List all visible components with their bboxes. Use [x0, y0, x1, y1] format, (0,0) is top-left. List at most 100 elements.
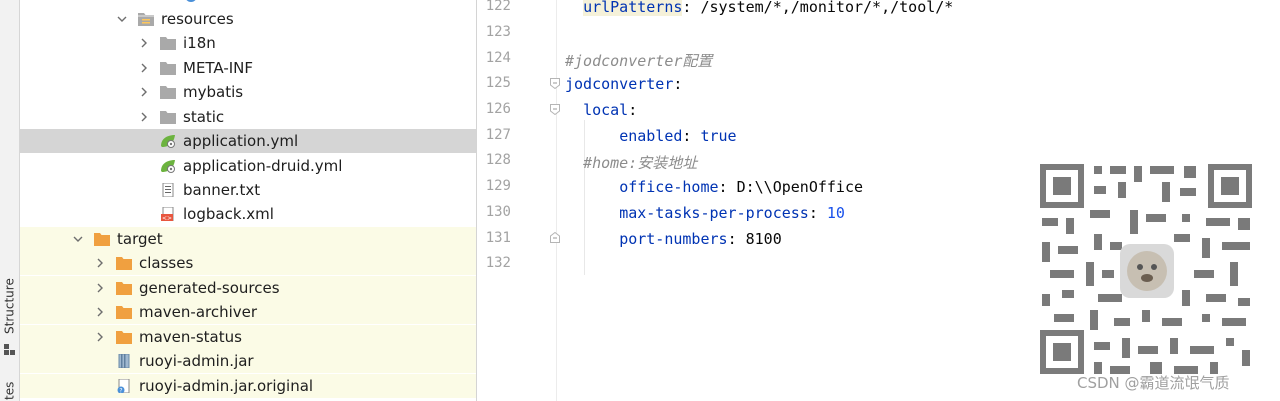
tree-node-label: resources	[161, 10, 234, 28]
chevron-right-icon[interactable]	[94, 257, 106, 269]
yaml-separator: :	[628, 101, 638, 119]
line-number: 127	[485, 127, 511, 143]
tree-node-target[interactable]: target	[20, 227, 476, 251]
tree-node-ruoyi-admin-jar[interactable]: ruoyi-admin.jar	[20, 349, 476, 373]
project-tree: resources i18n META-INF mybatis static a…	[20, 0, 477, 401]
code-line-130[interactable]: max-tasks-per-process: 10	[565, 204, 845, 222]
qr-code-image	[1034, 158, 1258, 380]
tree-node-maven-status[interactable]: maven-status	[20, 325, 476, 349]
code-line-128[interactable]: #home:安装地址	[565, 152, 697, 173]
code-line-127[interactable]: enabled: true	[565, 127, 737, 145]
tree-node-label: banner.txt	[183, 181, 261, 199]
code-line-131[interactable]: port-numbers: 8100	[565, 230, 782, 248]
tree-node-meta-inf[interactable]: META-INF	[20, 56, 476, 80]
line-number: 123	[485, 24, 511, 40]
tree-node-ruoyi-admin-jar-original[interactable]: ? ruoyi-admin.jar.original	[20, 374, 476, 398]
tree-node-maven-archiver[interactable]: maven-archiver	[20, 300, 476, 324]
resources-folder-icon	[138, 12, 154, 26]
tree-node-label: classes	[139, 254, 194, 272]
orange-folder-icon	[94, 232, 110, 246]
line-number: 125	[485, 75, 511, 91]
chevron-right-icon[interactable]	[138, 111, 150, 123]
yaml-value: true	[700, 127, 737, 145]
chevron-right-icon[interactable]	[94, 331, 106, 343]
tree-node-label: application.yml	[183, 132, 299, 150]
tree-node-mybatis[interactable]: mybatis	[20, 80, 476, 104]
svg-text:<>: <>	[162, 215, 172, 221]
yaml-separator: :	[682, 127, 701, 145]
structure-tool-tab[interactable]: Structure	[0, 275, 19, 337]
yaml-key: jodconverter	[565, 75, 674, 93]
structure-icon	[4, 344, 15, 355]
line-number: 124	[485, 50, 511, 66]
line-number: 132	[485, 255, 511, 271]
yaml-comment: #home:安装地址	[583, 154, 698, 172]
yaml-separator: :	[808, 204, 827, 222]
unknown-file-icon: ?	[116, 379, 132, 393]
fold-collapse-icon[interactable]	[550, 78, 560, 89]
text-file-icon	[160, 183, 176, 197]
yaml-key: max-tasks-per-process	[619, 204, 809, 222]
tree-node-classes[interactable]: classes	[20, 251, 476, 275]
yaml-key: port-numbers	[619, 230, 728, 248]
line-number: 129	[485, 178, 511, 194]
chevron-down-icon[interactable]	[116, 13, 128, 25]
code-line-129[interactable]: office-home: D:\\OpenOffice	[565, 178, 863, 196]
yaml-separator: :	[718, 178, 737, 196]
yaml-value: /system/*,/monitor/*,/tool/*	[700, 0, 954, 16]
tree-node-banner-txt[interactable]: banner.txt	[20, 178, 476, 202]
jar-file-icon	[116, 354, 132, 368]
fold-end-icon[interactable]	[550, 232, 560, 243]
chevron-right-icon[interactable]	[138, 37, 150, 49]
partial-file-icon	[186, 0, 196, 2]
orange-folder-icon	[116, 281, 132, 295]
tree-node-label: i18n	[183, 34, 216, 52]
chevron-right-icon[interactable]	[94, 282, 106, 294]
spring-yaml-icon	[160, 134, 176, 148]
chevron-right-icon[interactable]	[94, 306, 106, 318]
yaml-value: D:\\OpenOffice	[736, 178, 864, 196]
orange-folder-icon	[116, 305, 132, 319]
yaml-key: local	[583, 101, 629, 119]
tree-node-logback-xml[interactable]: <> logback.xml	[20, 202, 476, 226]
chevron-right-icon[interactable]	[138, 86, 150, 98]
fold-collapse-icon[interactable]	[550, 104, 560, 115]
tree-node-static[interactable]: static	[20, 105, 476, 129]
line-number: 126	[485, 101, 511, 117]
xml-file-icon: <>	[160, 207, 176, 221]
code-line-126[interactable]: local:	[565, 101, 637, 119]
folder-icon	[160, 36, 176, 50]
line-number: 128	[485, 152, 511, 168]
tree-node-i18n[interactable]: i18n	[20, 31, 476, 55]
code-line-122[interactable]: urlPatterns: /system/*,/monitor/*,/tool/…	[565, 0, 953, 16]
line-number: 130	[485, 204, 511, 220]
tree-node-label: mybatis	[183, 83, 244, 101]
tree-node-generated-sources[interactable]: generated-sources	[20, 276, 476, 300]
yaml-separator: :	[727, 230, 746, 248]
code-line-124[interactable]: #jodconverter配置	[565, 50, 712, 71]
tree-node-label: maven-status	[139, 328, 242, 346]
yaml-key: urlPatterns	[583, 0, 683, 16]
orange-folder-icon	[116, 256, 132, 270]
tree-node-label: ruoyi-admin.jar.original	[139, 377, 314, 395]
tree-node-label: target	[117, 230, 163, 248]
yaml-comment: #jodconverter配置	[565, 52, 713, 70]
line-number: 131	[485, 230, 511, 246]
spring-yaml-icon	[160, 159, 176, 173]
chevron-down-icon[interactable]	[72, 233, 84, 245]
code-line-125[interactable]: jodconverter:	[565, 75, 682, 93]
yaml-value: 8100	[745, 230, 782, 248]
line-number: 122	[485, 0, 511, 14]
tree-node-application-yml[interactable]: application.yml	[20, 129, 476, 153]
tree-node-label: application-druid.yml	[183, 157, 343, 175]
tree-node-label: META-INF	[183, 59, 254, 77]
yaml-value: 10	[826, 204, 845, 222]
yaml-separator: :	[682, 0, 701, 16]
tree-node-label: maven-archiver	[139, 303, 258, 321]
tree-node-application-druid-yml[interactable]: application-druid.yml	[20, 154, 476, 178]
tree-node-label: logback.xml	[183, 205, 274, 223]
tree-node-resources[interactable]: resources	[20, 7, 476, 31]
chevron-right-icon[interactable]	[138, 62, 150, 74]
tool-tab-partial[interactable]: tes	[0, 380, 19, 401]
svg-text:?: ?	[119, 388, 122, 394]
